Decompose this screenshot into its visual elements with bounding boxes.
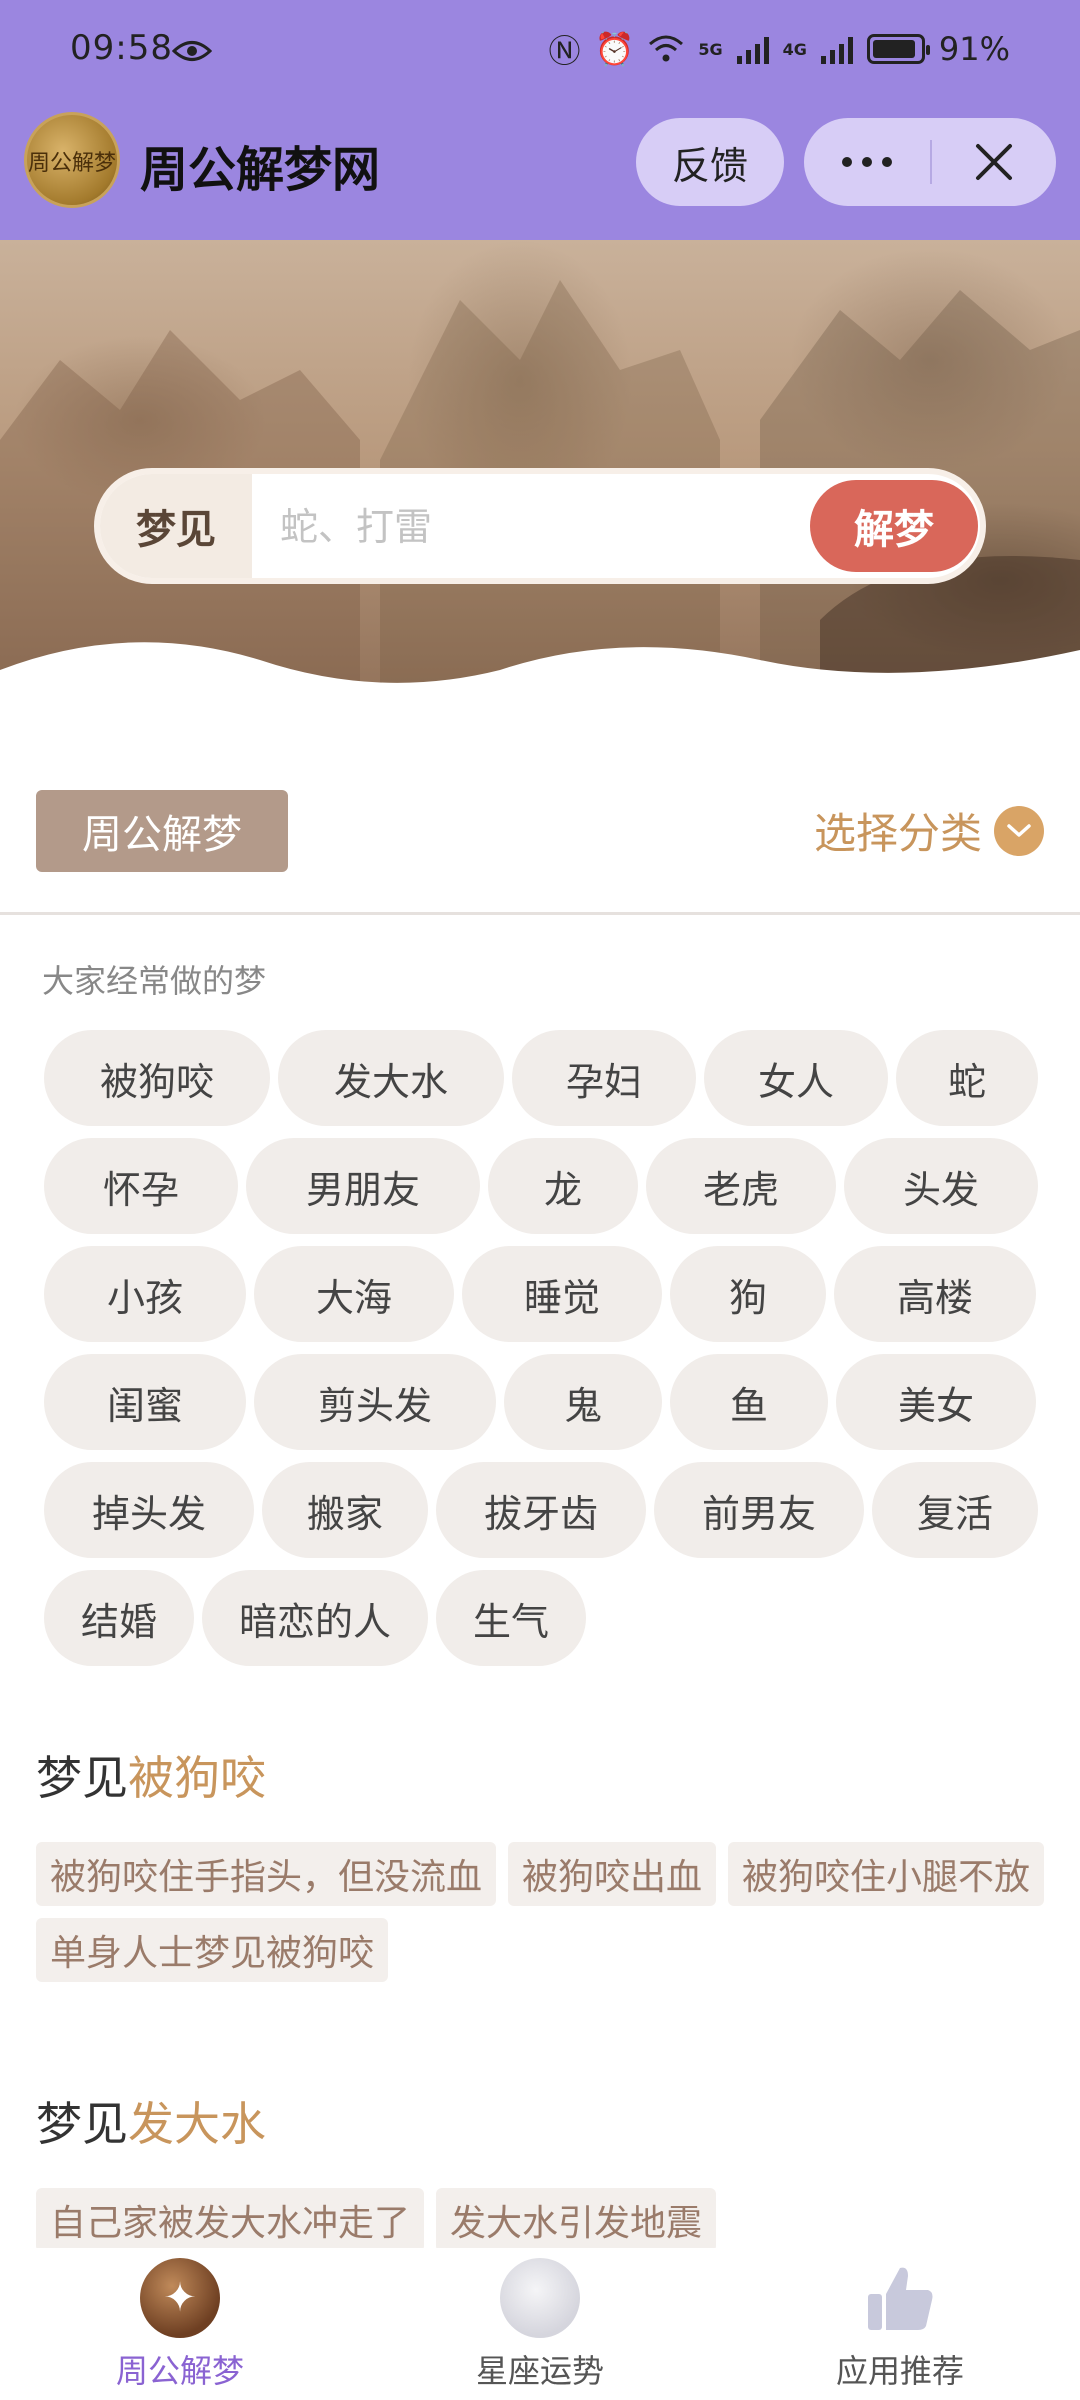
dream-chip[interactable]: 鬼 [504,1354,662,1450]
tab-label: 周公解梦 [115,2352,244,2390]
dream-chip[interactable]: 闺蜜 [44,1354,246,1450]
more-dot-icon [842,157,852,167]
app-logo: 周公解梦 [24,112,120,208]
tab-dream-interpretation[interactable]: ✦ 周公解梦 [60,2258,300,2398]
dream-search-bar: 梦见 解梦 [94,468,986,584]
dream-subtag[interactable]: 自己家被发大水冲走了 [36,2188,425,2252]
battery-percent: 91% [938,30,1010,68]
dream-chip[interactable]: 头发 [844,1138,1038,1234]
dream-subtag[interactable]: 被狗咬出血 [508,1842,717,1906]
dream-chip[interactable]: 男朋友 [246,1138,480,1234]
dream-chip[interactable]: 睡觉 [462,1246,662,1342]
select-category-label: 选择分类 [813,809,982,858]
chip-row: 被狗咬 发大水 孕妇 女人 蛇 [44,1030,1044,1126]
dream-chip[interactable]: 蛇 [896,1030,1038,1126]
chip-row: 结婚 暗恋的人 生气 [44,1570,1044,1666]
dream-icon: ✦ [140,2258,220,2338]
dream-chip[interactable]: 孕妇 [512,1030,696,1126]
thumbs-up-icon [860,2258,940,2338]
horoscope-icon [500,2258,580,2338]
dream-chip[interactable]: 复活 [872,1462,1038,1558]
dream-chip[interactable]: 搬家 [262,1462,428,1558]
dream-keyword[interactable]: 被狗咬 [128,1751,266,1805]
network-4g-label: 4G [782,39,807,59]
status-bar: 09:58 Ⓝ ⏰ 5G 4G 91% [0,0,1080,100]
signal-5g-icon [736,34,769,64]
dream-chip[interactable]: 前男友 [654,1462,864,1558]
tab-horoscope[interactable]: 星座运势 [420,2258,660,2398]
dream-chip[interactable]: 怀孕 [44,1138,238,1234]
tab-app-recommend[interactable]: 应用推荐 [780,2258,1020,2398]
dream-keyword[interactable]: 发大水 [128,2097,266,2151]
dream-chip[interactable]: 发大水 [278,1030,504,1126]
dream-section-title: 梦见被狗咬 [36,1742,266,1808]
status-icons: Ⓝ ⏰ 5G 4G 91% [548,26,1010,72]
more-dot-icon [882,157,892,167]
battery-fill [872,40,915,58]
nfc-icon: Ⓝ [548,32,581,70]
chevron-down-icon [994,805,1044,856]
tab-label: 应用推荐 [835,2352,964,2390]
tab-label: 星座运势 [475,2352,604,2390]
close-button[interactable] [932,118,1056,206]
app-title: 周公解梦网 [140,142,381,198]
dream-subtag-list: 自己家被发大水冲走了 发大水引发地震 [36,2188,1046,2252]
logo-text: 周公解梦 [27,151,116,176]
dream-chip[interactable]: 大海 [254,1246,454,1342]
more-button[interactable] [804,118,930,206]
status-time: 09:58 [70,28,173,68]
dream-chip[interactable]: 暗恋的人 [202,1570,428,1666]
chip-row: 小孩 大海 睡觉 狗 高楼 [44,1246,1044,1342]
bottom-tab-bar: ✦ 周公解梦 星座运势 应用推荐 [0,2248,1080,2400]
dream-chip[interactable]: 鱼 [670,1354,828,1450]
close-icon [976,144,1012,180]
chip-row: 闺蜜 剪头发 鬼 鱼 美女 [44,1354,1044,1450]
dream-chip[interactable]: 生气 [436,1570,586,1666]
header-bar: 09:58 Ⓝ ⏰ 5G 4G 91% 周公解梦 周公解梦网 反馈 [0,0,1080,240]
chip-row: 怀孕 男朋友 龙 老虎 头发 [44,1138,1044,1234]
miniprogram-capsule [804,118,1056,206]
dream-chip[interactable]: 女人 [704,1030,888,1126]
more-dot-icon [862,157,872,167]
dream-chip[interactable]: 老虎 [646,1138,836,1234]
dream-chip[interactable]: 高楼 [834,1246,1036,1342]
category-tag[interactable]: 周公解梦 [36,790,288,872]
eye-icon [172,41,212,61]
section-divider [0,912,1080,915]
dream-subtag[interactable]: 单身人士梦见被狗咬 [36,1918,389,1982]
network-5g-label: 5G [698,39,723,59]
search-button[interactable]: 解梦 [810,480,978,572]
chip-row: 掉头发 搬家 拔牙齿 前男友 复活 [44,1462,1044,1558]
page: 09:58 Ⓝ ⏰ 5G 4G 91% 周公解梦 周公解梦网 反馈 梦见 蛇、打… [0,0,1080,2400]
search-prefix-label: 梦见 [100,474,252,578]
dream-chip[interactable]: 小孩 [44,1246,246,1342]
popular-dreams-list: 被狗咬 发大水 孕妇 女人 蛇 怀孕 男朋友 龙 老虎 头发 小孩 大海 睡觉 … [44,1030,1044,1678]
signal-4g-icon [820,34,853,64]
dream-chip[interactable]: 结婚 [44,1570,194,1666]
dream-search-input[interactable] [280,502,780,552]
dream-subtag[interactable]: 发大水引发地震 [436,2188,717,2252]
dream-prefix: 梦见 [36,1751,128,1805]
dream-section-title: 梦见发大水 [36,2088,266,2154]
feedback-button[interactable]: 反馈 [636,118,784,206]
dream-prefix: 梦见 [36,2097,128,2151]
dream-chip[interactable]: 被狗咬 [44,1030,270,1126]
alarm-icon: ⏰ [594,30,635,68]
battery-icon [866,34,930,64]
dream-chip[interactable]: 掉头发 [44,1462,254,1558]
dream-chip[interactable]: 龙 [488,1138,638,1234]
wifi-icon [649,35,684,62]
popular-dreams-heading: 大家经常做的梦 [42,962,267,1000]
dream-chip[interactable]: 剪头发 [254,1354,496,1450]
select-category-button[interactable]: 选择分类 [814,800,1044,861]
dream-subtag[interactable]: 被狗咬住小腿不放 [728,1842,1045,1906]
dream-chip[interactable]: 狗 [670,1246,826,1342]
dream-chip[interactable]: 拔牙齿 [436,1462,646,1558]
dream-subtag[interactable]: 被狗咬住手指头，但没流血 [36,1842,497,1906]
dream-subtag-list: 被狗咬住手指头，但没流血 被狗咬出血 被狗咬住小腿不放 单身人士梦见被狗咬 [36,1842,1046,1982]
dream-chip[interactable]: 美女 [836,1354,1036,1450]
